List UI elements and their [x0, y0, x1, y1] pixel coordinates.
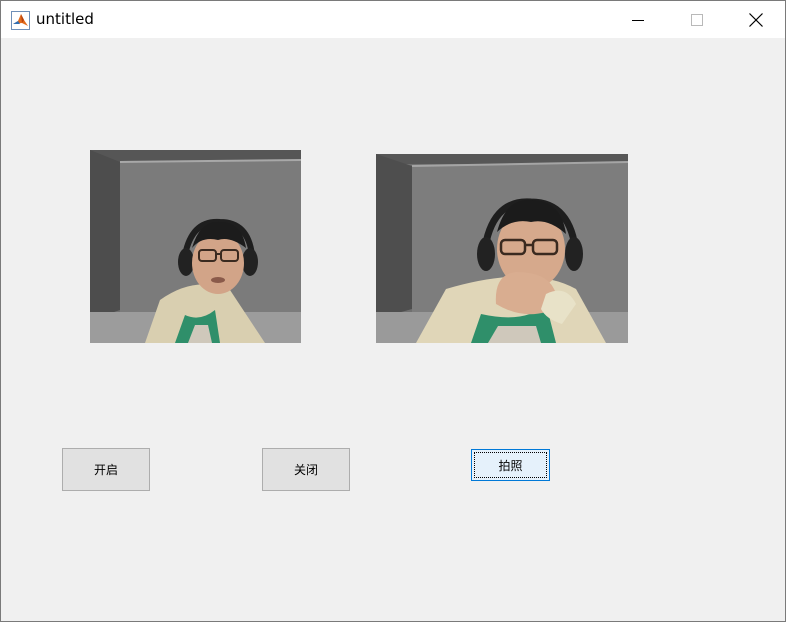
- window-title: untitled: [36, 10, 94, 28]
- captured-photo-image: [376, 154, 628, 343]
- maximize-button[interactable]: [668, 1, 726, 38]
- maximize-icon: [691, 13, 703, 26]
- matlab-icon: [11, 11, 30, 30]
- open-camera-button[interactable]: 开启: [62, 448, 150, 491]
- close-button[interactable]: [727, 1, 785, 38]
- minimize-icon: [632, 19, 644, 21]
- figure-window: untitled 开启 关闭 拍照: [0, 0, 786, 622]
- figure-canvas: 开启 关闭 拍照: [1, 38, 785, 621]
- captured-photo-axes: [376, 154, 628, 343]
- title-bar[interactable]: untitled: [1, 1, 785, 38]
- minimize-button[interactable]: [609, 1, 667, 38]
- close-icon: [749, 12, 763, 27]
- live-preview-axes: [90, 150, 301, 343]
- take-photo-button[interactable]: 拍照: [471, 449, 550, 481]
- close-camera-button[interactable]: 关闭: [262, 448, 350, 491]
- live-preview-image: [90, 150, 301, 343]
